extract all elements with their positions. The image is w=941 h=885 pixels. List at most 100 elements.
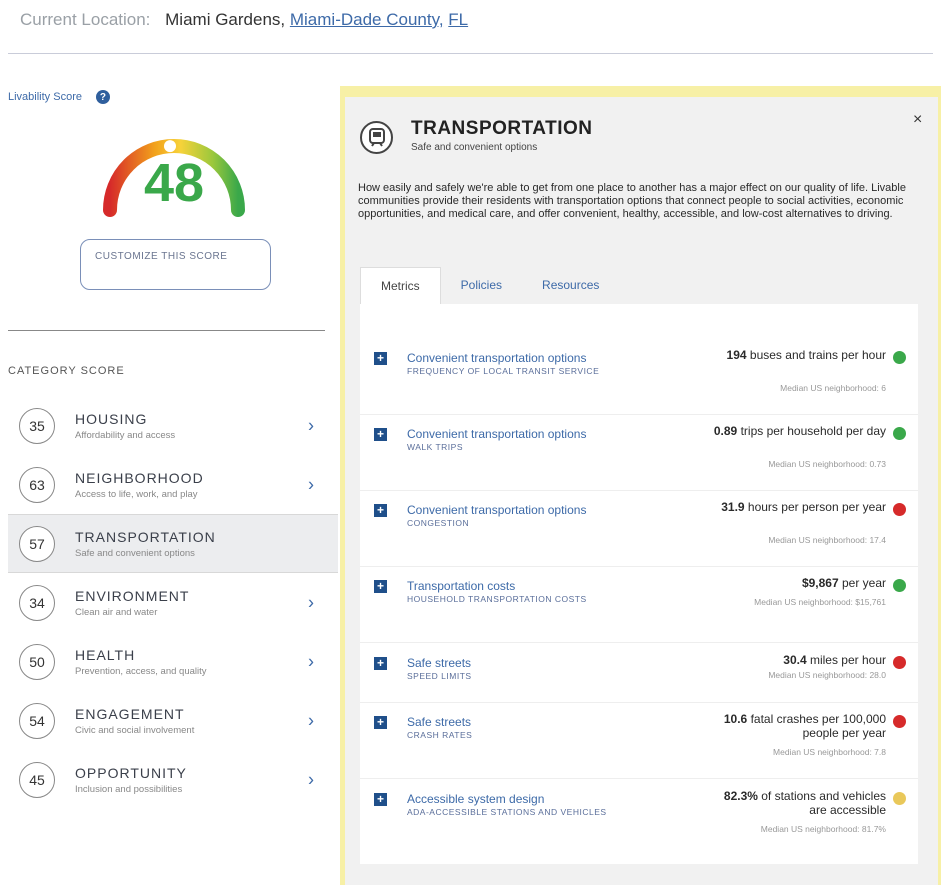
metric-title[interactable]: Safe streets [407, 715, 471, 729]
expand-icon[interactable]: + [374, 793, 387, 806]
category-housing[interactable]: 35 HOUSING Affordability and access › [8, 396, 338, 455]
expand-icon[interactable]: + [374, 716, 387, 729]
chevron-right-icon[interactable]: › [308, 474, 314, 495]
category-neighborhood[interactable]: 63 NEIGHBORHOOD Access to life, work, an… [8, 455, 338, 514]
category-subtitle: Access to life, work, and play [75, 488, 198, 500]
location-city: Miami Gardens, [165, 10, 286, 29]
chevron-right-icon[interactable]: › [308, 651, 314, 672]
metric-divider [360, 642, 918, 643]
status-dot [893, 792, 906, 805]
metric-median: Median US neighborhood: $15,761 [754, 597, 886, 607]
close-icon[interactable]: × [913, 111, 922, 129]
metric-number: 82.3% [723, 789, 758, 803]
chevron-right-icon[interactable]: › [308, 769, 314, 790]
expand-icon[interactable]: + [374, 352, 387, 365]
left-divider [8, 330, 325, 331]
metric-unit: of stations and vehicles are accessible [757, 789, 886, 817]
metric-divider [360, 566, 918, 567]
metric-unit: miles per hour [806, 653, 886, 667]
tab-metrics[interactable]: Metrics [360, 267, 441, 305]
category-score-circle: 34 [19, 584, 55, 621]
category-subtitle: Prevention, access, and quality [75, 665, 207, 677]
tab-resources[interactable]: Resources [522, 267, 619, 305]
chevron-right-icon[interactable]: › [308, 710, 314, 731]
expand-icon[interactable]: + [374, 657, 387, 670]
metric-title[interactable]: Safe streets [407, 656, 471, 670]
metric-value: 82.3% of stations and vehicles are acces… [706, 789, 886, 817]
metric-subtitle: WALK TRIPS [407, 442, 464, 452]
top-divider [8, 53, 933, 54]
customize-score-button[interactable]: CUSTOMIZE THIS SCORE [80, 239, 271, 290]
metric-title[interactable]: Accessible system design [407, 792, 544, 806]
metric-value: 0.89 trips per household per day [706, 424, 886, 438]
chevron-right-icon[interactable]: › [308, 415, 314, 436]
category-name: HOUSING [75, 410, 148, 427]
expand-icon[interactable]: + [374, 428, 387, 441]
category-transportation[interactable]: 57 TRANSPORTATION Safe and convenient op… [8, 514, 338, 573]
category-opportunity[interactable]: 45 OPPORTUNITY Inclusion and possibiliti… [8, 750, 338, 809]
category-environment[interactable]: 34 ENVIRONMENT Clean air and water › [8, 573, 338, 632]
category-score-title: CATEGORY SCORE [8, 365, 125, 377]
category-score-circle: 35 [19, 407, 55, 444]
metric-unit: fatal crashes per 100,000 people per yea… [747, 712, 886, 740]
category-score-circle: 45 [19, 761, 55, 798]
metric-title[interactable]: Convenient transportation options [407, 427, 586, 441]
category-name: ENGAGEMENT [75, 705, 185, 722]
status-dot [893, 715, 906, 728]
metric-median: Median US neighborhood: 17.4 [768, 535, 886, 545]
help-icon[interactable]: ? [95, 90, 110, 104]
tab-policies[interactable]: Policies [441, 267, 522, 305]
bus-icon [360, 121, 393, 154]
category-name: OPPORTUNITY [75, 764, 187, 781]
category-score-circle: 50 [19, 643, 55, 680]
livability-label-text: Livability Score [8, 91, 82, 103]
metric-number: 0.89 [713, 424, 738, 438]
metric-number: 31.9 [721, 500, 745, 514]
category-subtitle: Clean air and water [75, 606, 158, 618]
status-dot [893, 503, 906, 516]
metric-subtitle: HOUSEHOLD TRANSPORTATION COSTS [407, 594, 587, 604]
metric-title[interactable]: Transportation costs [407, 579, 515, 593]
county-link[interactable]: Miami-Dade County, [290, 10, 444, 29]
metric-number: 10.6 [723, 712, 748, 726]
category-name: NEIGHBORHOOD [75, 469, 204, 486]
metric-title[interactable]: Convenient transportation options [407, 503, 586, 517]
metric-subtitle: SPEED LIMITS [407, 671, 472, 681]
panel-tabs: Metrics Policies Resources [360, 267, 619, 305]
metric-value: 31.9 hours per person per year [706, 500, 886, 514]
category-subtitle: Civic and social involvement [75, 724, 195, 736]
category-name: HEALTH [75, 646, 136, 663]
metric-divider [360, 702, 918, 703]
metric-subtitle: FREQUENCY OF LOCAL TRANSIT SERVICE [407, 366, 600, 376]
metric-number: 194 [726, 348, 747, 362]
status-dot [893, 656, 906, 669]
gauge-marker [164, 140, 176, 153]
metric-median: Median US neighborhood: 0.73 [768, 459, 886, 469]
status-dot [893, 579, 906, 592]
status-dot [893, 351, 906, 364]
metric-unit: trips per household per day [737, 424, 886, 438]
category-score-circle: 63 [19, 466, 55, 503]
expand-icon[interactable]: + [374, 504, 387, 517]
expand-icon[interactable]: + [374, 580, 387, 593]
chevron-right-icon[interactable]: › [308, 592, 314, 613]
category-score-circle: 54 [19, 702, 55, 739]
metric-number: $9,867 [801, 576, 839, 590]
category-list: 35 HOUSING Affordability and access › 63… [8, 396, 338, 809]
metric-number: 30.4 [783, 653, 807, 667]
panel-title: TRANSPORTATION [411, 118, 593, 139]
state-link[interactable]: FL [448, 10, 468, 29]
metric-median: Median US neighborhood: 28.0 [768, 670, 886, 680]
metric-subtitle: CONGESTION [407, 518, 470, 528]
metric-unit: per year [838, 576, 886, 590]
metric-median: Median US neighborhood: 6 [780, 383, 886, 393]
category-name: ENVIRONMENT [75, 587, 190, 604]
panel-subtitle: Safe and convenient options [411, 142, 538, 153]
metric-divider [360, 778, 918, 779]
metric-title[interactable]: Convenient transportation options [407, 351, 586, 365]
livability-score-label: Livability Score ? [8, 90, 110, 104]
category-engagement[interactable]: 54 ENGAGEMENT Civic and social involveme… [8, 691, 338, 750]
category-health[interactable]: 50 HEALTH Prevention, access, and qualit… [8, 632, 338, 691]
category-subtitle: Inclusion and possibilities [75, 783, 183, 795]
metric-value: $9,867 per year [706, 576, 886, 590]
